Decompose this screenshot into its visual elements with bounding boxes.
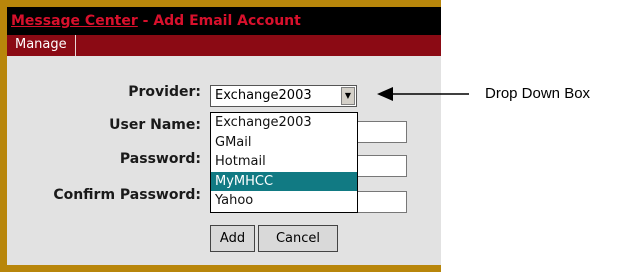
provider-option-highlighted[interactable]: MyMHCC xyxy=(211,171,357,192)
password-field[interactable] xyxy=(357,155,407,177)
provider-option[interactable]: GMail xyxy=(211,133,357,153)
username-label: User Name: xyxy=(109,117,201,133)
username-field[interactable] xyxy=(357,121,407,143)
menu-bar: Manage xyxy=(7,35,441,56)
provider-label: Provider: xyxy=(128,84,201,100)
menu-item-manage[interactable]: Manage xyxy=(7,35,76,56)
title-bar: Message Center - Add Email Account xyxy=(7,7,441,35)
provider-option[interactable]: Hotmail xyxy=(211,152,357,172)
provider-selected-value: Exchange2003 xyxy=(215,88,312,103)
add-button[interactable]: Add xyxy=(210,225,255,252)
confirm-password-label: Confirm Password: xyxy=(53,187,201,203)
annotation-label: Drop Down Box xyxy=(485,85,591,102)
annotation-arrow-icon xyxy=(377,87,469,101)
message-center-link[interactable]: Message Center xyxy=(11,13,138,29)
provider-select[interactable]: Exchange2003 ▼ xyxy=(210,85,357,107)
password-label: Password: xyxy=(119,151,201,167)
confirm-password-field[interactable] xyxy=(357,191,407,213)
chevron-down-icon[interactable]: ▼ xyxy=(341,87,355,105)
cancel-button[interactable]: Cancel xyxy=(258,225,338,252)
app-frame: Message Center - Add Email Account Manag… xyxy=(0,0,441,272)
page-title: - Add Email Account xyxy=(137,13,301,29)
provider-option[interactable]: Yahoo xyxy=(211,191,357,211)
provider-dropdown-list: Exchange2003 GMail Hotmail MyMHCC Yahoo xyxy=(210,112,358,213)
provider-option[interactable]: Exchange2003 xyxy=(211,113,357,133)
